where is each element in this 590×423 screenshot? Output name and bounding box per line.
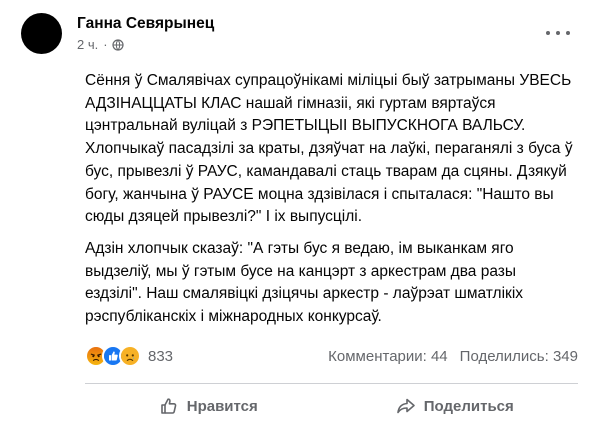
text-line: сюды дзяцей прывезлі?" І іх выпусцілі. xyxy=(85,208,363,226)
reaction-count: 833 xyxy=(148,347,174,365)
text-line: ездзілі". Наш смалявіцкі дзіцячы аркестр… xyxy=(85,285,524,303)
share-label: Поделиться xyxy=(423,397,514,415)
shares-count[interactable]: Поделились: 349 xyxy=(460,348,578,365)
post-time[interactable]: 2 ч. xyxy=(77,37,98,52)
comments-count[interactable]: Комментарии: 44 xyxy=(328,348,448,365)
text-line: цэнтральнай вуліцай з РЭПЕТЫЦЫІ ВЫПУСКНО… xyxy=(85,117,526,135)
sad-reaction-icon xyxy=(119,345,141,367)
like-label: Нравится xyxy=(186,397,258,415)
reactions-summary[interactable]: 833 xyxy=(85,345,173,367)
thumbs-up-icon xyxy=(160,398,177,414)
author-name[interactable]: Ганна Севярынец xyxy=(77,15,214,33)
text-line: АДЗІНАЦЦАТЫ КЛАС нашай гімназіі, які гур… xyxy=(85,94,496,112)
text-line: выдзеліў, мы ў гэтым бусе на канцэрт з а… xyxy=(85,262,517,280)
post-body: Сёння ў Смалявічах супрацоўнікамі міліцы… xyxy=(85,70,585,329)
facebook-post: Ганна Севярынец 2 ч. · Сёння ў Смалявіча… xyxy=(0,0,590,422)
globe-icon xyxy=(111,38,124,51)
reactions-bar: 833 Комментарии: 44 Поделились: 349 xyxy=(85,343,578,369)
text-line: богу, жанчына ў РАУСЕ моцна здзівілася і… xyxy=(85,185,554,203)
share-arrow-icon xyxy=(396,398,415,414)
text-line: Адзін хлопчык сказаў: "А гэты бус я веда… xyxy=(85,239,514,257)
text-line: рэспубліканскіх і міжнародных конкурсаў. xyxy=(85,308,382,326)
text-line: Сёння ў Смалявічах супрацоўнікамі міліцы… xyxy=(85,72,572,89)
meta-separator: · xyxy=(103,37,108,52)
post-paragraph-1: Сёння ў Смалявічах супрацоўнікамі міліцы… xyxy=(85,70,585,229)
share-button[interactable]: Поделиться xyxy=(332,389,579,423)
text-line: Хлопчыкаў пасадзілі за краты, дзяўчат на… xyxy=(85,140,573,158)
post-meta: 2 ч. · xyxy=(77,37,124,52)
avatar[interactable] xyxy=(21,13,62,54)
more-options-icon[interactable] xyxy=(546,25,570,41)
divider xyxy=(85,383,578,384)
like-button[interactable]: Нравится xyxy=(85,389,332,423)
post-actions: Нравится Поделиться xyxy=(85,389,578,423)
post-paragraph-2: Адзін хлопчык сказаў: "А гэты бус я веда… xyxy=(85,238,585,329)
reaction-icons xyxy=(85,345,141,367)
text-line: бус, прывезлі ў РАУС, камандавалі стаць … xyxy=(85,162,567,180)
engagement-stats: Комментарии: 44 Поделились: 349 xyxy=(316,348,578,365)
